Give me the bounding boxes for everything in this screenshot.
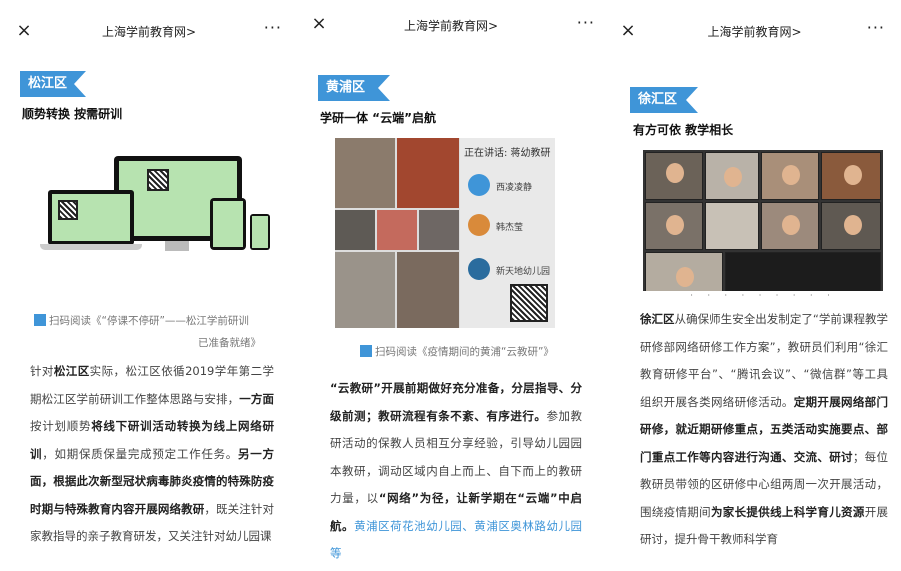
photo-tile bbox=[377, 210, 417, 250]
account-title-link[interactable]: 上海学前教育网> bbox=[0, 23, 298, 40]
article-body: 针对松江区实际，松江区依循2019学年第二学期松江区学前研训工作整体思路与安排，… bbox=[30, 364, 275, 543]
video-call-collage: 正在讲话: 蒋幼教研 西凌凌静 韩杰莹 新天地幼儿园 bbox=[335, 138, 555, 328]
photo-tile bbox=[397, 252, 459, 328]
devices-illustration bbox=[40, 152, 270, 257]
qr-small-icon bbox=[360, 345, 372, 357]
video-toolbar-strip: · · · · · · · · · bbox=[643, 291, 883, 305]
district-tag: 松江区 bbox=[20, 71, 86, 97]
video-tile bbox=[761, 152, 819, 200]
top-bar: × 上海学前教育网> ··· bbox=[608, 0, 901, 60]
video-tile bbox=[821, 152, 881, 200]
video-tile bbox=[705, 202, 759, 250]
top-bar: × 上海学前教育网> ··· bbox=[0, 0, 298, 60]
video-tile bbox=[821, 202, 881, 250]
avatar bbox=[468, 258, 490, 280]
tablet-image bbox=[210, 198, 246, 250]
video-tile bbox=[645, 152, 703, 200]
section-subtitle: 有方可依 教学相长 bbox=[633, 123, 734, 137]
article-body: 徐汇区从确保师生安全出发制定了“学前课程教学研修部网络研修工作方案”，教研员们利… bbox=[640, 312, 889, 546]
qr-read-note[interactable]: 扫码阅读《“停课不停研”——松江学前研训 bbox=[34, 311, 278, 332]
photo-tile bbox=[419, 210, 459, 250]
section-subtitle: 学研一体 “云端”启航 bbox=[320, 111, 436, 125]
speaking-caption: 正在讲话: 蒋幼教研 bbox=[464, 148, 551, 159]
article-panel-songjiang: × 上海学前教育网> ··· 松江区 顺势转换 按需研训 扫码阅读《“停课不停研… bbox=[0, 0, 298, 571]
photo-tile bbox=[397, 138, 459, 208]
participant-name: 韩杰莹 bbox=[496, 223, 524, 233]
more-options-icon[interactable]: ··· bbox=[577, 13, 595, 32]
section-subtitle: 顺势转换 按需研训 bbox=[22, 107, 123, 121]
district-tag: 徐汇区 bbox=[630, 87, 698, 113]
top-bar: × 上海学前教育网> ··· bbox=[303, 0, 599, 60]
photo-tile bbox=[335, 252, 395, 328]
more-options-icon[interactable]: ··· bbox=[867, 18, 885, 37]
account-title-link[interactable]: 上海学前教育网> bbox=[303, 17, 599, 34]
qr-read-note[interactable]: 扫码阅读《疫情期间的黄浦“云教研”》 bbox=[360, 342, 554, 363]
video-meeting-grid bbox=[643, 150, 883, 305]
qr-read-note-cont: 已准备就绪》 bbox=[198, 337, 261, 349]
phone-image bbox=[250, 214, 270, 250]
qr-small-icon bbox=[34, 314, 46, 326]
qr-code-image bbox=[510, 284, 548, 322]
photo-tile bbox=[335, 138, 395, 208]
district-tag: 黄浦区 bbox=[318, 75, 390, 101]
account-title-link[interactable]: 上海学前教育网> bbox=[608, 23, 901, 40]
more-options-icon[interactable]: ··· bbox=[264, 18, 282, 37]
photo-tile bbox=[335, 210, 375, 250]
video-tile bbox=[761, 202, 819, 250]
participant-name: 西凌凌静 bbox=[496, 183, 533, 193]
laptop-image bbox=[48, 190, 134, 245]
participants-panel: 正在讲话: 蒋幼教研 西凌凌静 韩杰莹 新天地幼儿园 bbox=[460, 138, 555, 328]
article-body: “云教研”开展前期做好充分准备，分层指导、分级前测；教研流程有条不紊、有序进行。… bbox=[330, 381, 583, 560]
participant-name: 新天地幼儿园 bbox=[496, 267, 551, 277]
video-tile bbox=[645, 202, 703, 250]
avatar bbox=[468, 174, 490, 196]
avatar bbox=[468, 214, 490, 236]
qr-code-image bbox=[147, 169, 169, 191]
video-tile bbox=[705, 152, 759, 200]
